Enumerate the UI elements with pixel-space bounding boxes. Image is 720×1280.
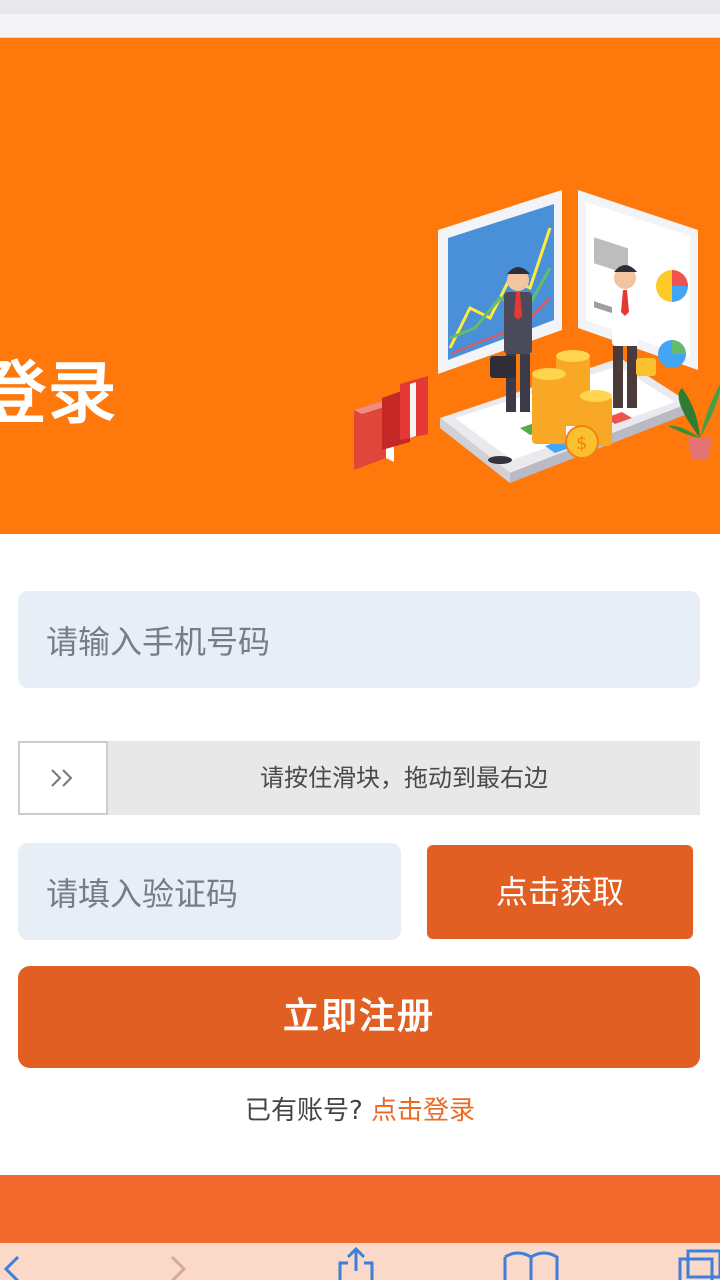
verification-code-field[interactable]: 请填入验证码: [18, 843, 401, 940]
register-button[interactable]: 立即注册: [18, 966, 700, 1068]
hero-banner: 登录 $: [0, 38, 720, 534]
code-placeholder: 请填入验证码: [46, 874, 239, 913]
back-icon[interactable]: [0, 1255, 22, 1280]
slider-hint: 请按住滑块，拖动到最右边: [260, 764, 548, 792]
browser-top-bar: [0, 0, 720, 38]
slider-captcha[interactable]: 请按住滑块，拖动到最右边: [18, 741, 700, 815]
get-code-button[interactable]: 点击获取: [427, 845, 693, 939]
bottom-banner: [0, 1175, 720, 1243]
login-prompt: 已有账号? 点击登录: [0, 1090, 720, 1127]
phone-placeholder: 请输入手机号码: [46, 622, 271, 661]
page-title: 登录: [0, 354, 119, 434]
tabs-icon[interactable]: [678, 1249, 720, 1280]
business-illustration: $: [354, 190, 720, 483]
svg-text:$: $: [576, 433, 587, 454]
login-link[interactable]: 点击登录: [371, 1096, 475, 1126]
share-icon[interactable]: [336, 1247, 376, 1280]
browser-toolbar: [0, 1243, 720, 1280]
forward-icon[interactable]: [168, 1255, 190, 1280]
phone-field[interactable]: 请输入手机号码: [18, 591, 700, 688]
has-account-text: 已有账号?: [244, 1096, 363, 1126]
slider-handle[interactable]: [18, 741, 108, 815]
status-bar: [0, 0, 720, 14]
double-chevron-right-icon: [51, 769, 73, 787]
bookmarks-icon[interactable]: [502, 1251, 560, 1280]
